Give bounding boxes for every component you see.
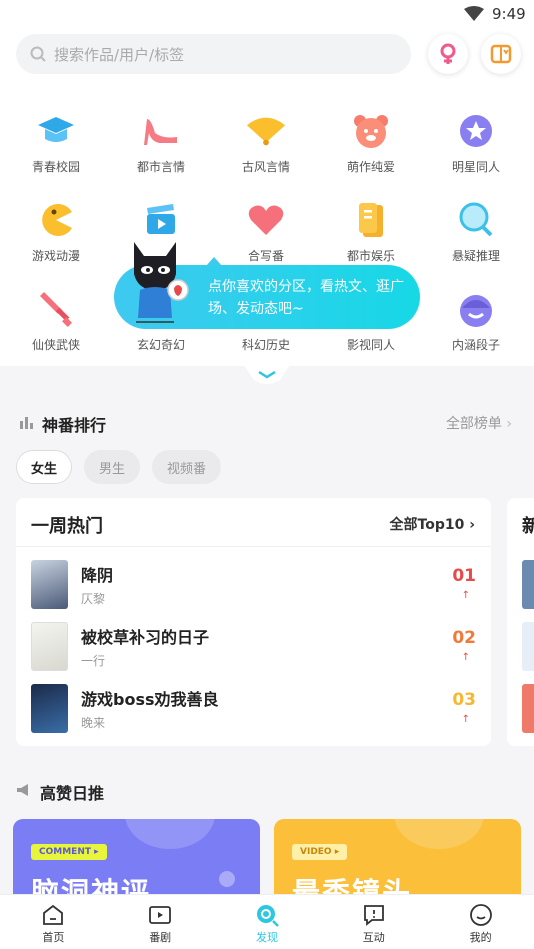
- library-button[interactable]: [481, 34, 521, 74]
- mascot-cat-illustration: [134, 242, 189, 323]
- chat-icon: [362, 903, 386, 927]
- card-title: 一周热门: [31, 516, 103, 537]
- category-item[interactable]: 青春校园: [6, 110, 106, 175]
- filter-video[interactable]: 视频番: [152, 450, 221, 484]
- status-bar: 9:49: [0, 0, 534, 30]
- category-item[interactable]: 萌作纯爱: [321, 110, 421, 175]
- bottom-tab-bar: 首页 番剧 发现 互动 我的: [0, 894, 534, 949]
- decor-circle: [394, 819, 484, 849]
- play-icon: [148, 903, 172, 927]
- magnifier-icon: [455, 199, 497, 241]
- rank-number: 01: [452, 566, 476, 586]
- book-cover: [31, 622, 68, 671]
- filter-male[interactable]: 男生: [84, 450, 140, 484]
- female-symbol-icon: [440, 43, 456, 64]
- folding-fan-icon: [245, 110, 287, 152]
- status-time: 9:49: [492, 5, 526, 23]
- bar-chart-icon: [20, 417, 33, 429]
- discover-icon: [255, 903, 279, 927]
- book-cover: [31, 684, 68, 733]
- rank-row[interactable]: 被校草补习的日子 一行 02 ↑: [31, 622, 476, 676]
- tab-profile[interactable]: 我的: [427, 895, 534, 949]
- top-bar: 搜索作品/用户/标签: [0, 30, 534, 90]
- book-cover: [522, 560, 534, 609]
- tab-anime[interactable]: 番剧: [107, 895, 214, 949]
- search-placeholder: 搜索作品/用户/标签: [54, 45, 185, 64]
- video-tag: VIDEO ▸: [292, 844, 348, 860]
- rank-up-icon: ↑: [461, 590, 470, 601]
- rank-number: 03: [452, 690, 476, 710]
- filter-female[interactable]: 女生: [16, 450, 72, 484]
- heart-icon: [245, 199, 287, 241]
- rank-up-icon: ↑: [461, 652, 470, 663]
- book-cover: [522, 684, 534, 733]
- chevron-right-icon: ›: [506, 416, 512, 432]
- all-rankings-link[interactable]: 全部榜单 ›: [446, 413, 512, 433]
- phone-icon: [350, 199, 392, 241]
- sword-icon: [35, 288, 77, 330]
- category-item[interactable]: 古风言情: [216, 110, 316, 175]
- profile-icon: [469, 903, 493, 927]
- category-item[interactable]: 仙侠武侠: [6, 288, 106, 353]
- tooltip-text: 点你喜欢的分区，看热文、逛广场、发动态吧~: [208, 279, 404, 317]
- graduation-cap-icon: [35, 110, 77, 152]
- daily-title: 高赞日推: [40, 784, 105, 803]
- rank-row[interactable]: 降阴 仄黎 01 ↑: [31, 560, 476, 614]
- tab-home[interactable]: 首页: [0, 895, 107, 949]
- rank-number: 02: [452, 628, 476, 648]
- smiley-icon: [455, 288, 497, 330]
- clapperboard-icon: [140, 199, 182, 241]
- category-item[interactable]: 都市娱乐: [321, 199, 421, 264]
- rank-up-icon: ↑: [461, 714, 470, 725]
- chevron-right-icon: ›: [469, 517, 475, 533]
- star-icon: [455, 110, 497, 152]
- home-icon: [41, 903, 65, 927]
- book-cover: [31, 560, 68, 609]
- comment-tag: COMMENT ▸: [31, 844, 107, 860]
- top10-link[interactable]: 全部Top10 ›: [390, 514, 475, 534]
- ranking-section-header: 神番排行: [18, 412, 518, 435]
- megaphone-icon: [17, 784, 28, 796]
- tab-discover[interactable]: 发现: [214, 895, 321, 949]
- category-item[interactable]: 明星同人: [426, 110, 526, 175]
- rank-row[interactable]: 游戏boss劝我善良 晚来 03 ↑: [31, 684, 476, 738]
- search-input[interactable]: 搜索作品/用户/标签: [16, 34, 411, 74]
- category-item[interactable]: 内涵段子: [426, 288, 526, 353]
- pacman-icon: [35, 199, 77, 241]
- bear-icon: [350, 110, 392, 152]
- ranking-title: 神番排行: [42, 416, 107, 435]
- decor-circle: [125, 819, 215, 849]
- next-ranking-card[interactable]: 新: [507, 498, 534, 746]
- gender-female-button[interactable]: [428, 34, 468, 74]
- high-heel-icon: [140, 110, 182, 152]
- category-item[interactable]: 悬疑推理: [426, 199, 526, 264]
- category-item[interactable]: 合写番: [216, 199, 316, 264]
- decor-circle: [219, 871, 235, 887]
- tab-interact[interactable]: 互动: [320, 895, 427, 949]
- weekly-hot-card: 一周热门 全部Top10 › 降阴 仄黎 01 ↑ 被校草补习的日子 一行 02…: [16, 498, 491, 746]
- book-cover: [522, 622, 534, 671]
- book-icon: [490, 44, 512, 64]
- divider: [16, 546, 491, 547]
- wifi-icon: [464, 6, 484, 21]
- collapse-chevron-icon[interactable]: [242, 362, 292, 388]
- search-icon: [30, 46, 46, 62]
- category-item[interactable]: 都市言情: [111, 110, 211, 175]
- category-item[interactable]: 游戏动漫: [6, 199, 106, 264]
